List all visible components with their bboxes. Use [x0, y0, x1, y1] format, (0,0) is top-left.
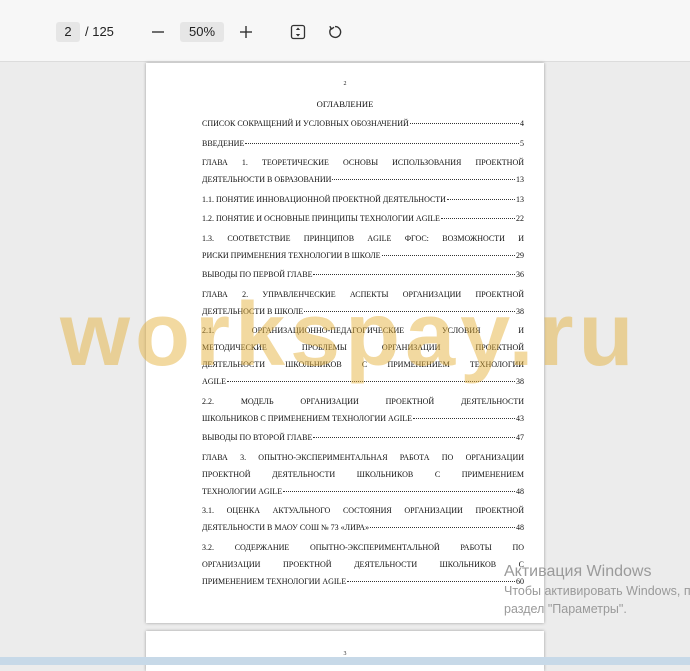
pdf-page: 2 ОГЛАВЛЕНИЕ СПИСОК СОКРАЩЕНИЙ И УСЛОВНЫ… — [146, 63, 544, 623]
toc-entry-text: ШКОЛЬНИКОВ С ПРИМЕНЕНИЕМ ТЕХНОЛОГИИ AGIL… — [202, 413, 413, 423]
toc-leader-dots — [370, 527, 515, 528]
toc-entry-text: ОРГАНИЗАЦИИ ПРОЕКТНОЙ ДЕЯТЕЛЬНОСТИ ШКОЛЬ… — [202, 559, 524, 569]
toc-entry-page: 48 — [516, 486, 524, 496]
toc-entry[interactable]: 3.1. ОЦЕНКА АКТУАЛЬНОГО СОСТОЯНИЯ ОРГАНИ… — [202, 502, 524, 536]
toc-entry-text: ДЕЯТЕЛЬНОСТИ В ОБРАЗОВАНИИ — [202, 175, 332, 184]
toc-entry-text: ГЛАВА 3. ОПЫТНО-ЭКСПЕРИМЕНТАЛЬНАЯ РАБОТА… — [202, 452, 524, 462]
toc-entry-page: 43 — [516, 413, 524, 423]
zoom-in-button[interactable] — [234, 20, 258, 44]
toc-entry-page: 22 — [516, 214, 524, 223]
page-number-input[interactable] — [56, 22, 80, 42]
toc-entry[interactable]: 1.2. ПОНЯТИЕ И ОСНОВНЫЕ ПРИНЦИПЫ ТЕХНОЛО… — [202, 210, 524, 227]
toc-entry-page: 36 — [516, 270, 524, 279]
zoom-level[interactable]: 50% — [180, 22, 224, 42]
toc-entry-text: ДЕЯТЕЛЬНОСТИ В ШКОЛЕ — [202, 306, 304, 316]
toc-entry[interactable]: 2.2. МОДЕЛЬ ОРГАНИЗАЦИИ ПРОЕКТНОЙ ДЕЯТЕЛ… — [202, 393, 524, 427]
toc-entry[interactable]: ВВЕДЕНИЕ 5 — [202, 135, 524, 152]
pdf-toolbar: / 125 50% — [0, 0, 690, 62]
toc-entry-text: ПРИМЕНЕНИЕМ ТЕХНОЛОГИИ AGILE — [202, 576, 347, 586]
toc-entry-text: ДЕЯТЕЛЬНОСТИ В МАОУ СОШ № 73 «ЛИРА» — [202, 523, 370, 532]
toc-entry-text: 3.2. СОДЕРЖАНИЕ ОПЫТНО-ЭКСПЕРИМЕНТАЛЬНОЙ… — [202, 542, 524, 552]
toc-entry[interactable]: ГЛАВА 1. ТЕОРЕТИЧЕСКИЕ ОСНОВЫ ИСПОЛЬЗОВА… — [202, 154, 524, 188]
toc-leader-dots — [413, 417, 515, 419]
toc-entry-text: ПРОЕКТНОЙ ДЕЯТЕЛЬНОСТИ ШКОЛЬНИКОВ С ПРИМ… — [202, 469, 524, 479]
fit-page-icon — [290, 24, 306, 40]
toc-entry-text: ДЕЯТЕЛЬНОСТИ ШКОЛЬНИКОВ С ПРИМЕНЕНИЕМ ТЕ… — [202, 360, 524, 369]
toc-entry[interactable]: СПИСОК СОКРАЩЕНИЙ И УСЛОВНЫХ ОБОЗНАЧЕНИЙ… — [202, 115, 524, 132]
toc-entry-page: 47 — [516, 433, 524, 442]
document-viewer[interactable]: 2 ОГЛАВЛЕНИЕ СПИСОК СОКРАЩЕНИЙ И УСЛОВНЫ… — [0, 63, 690, 671]
toc-leader-dots — [381, 254, 515, 256]
toc-entry-text: МЕТОДИЧЕСКИЕ ПРОБЛЕМЫ ОРГАНИЗАЦИИ ПРОЕКТ… — [202, 343, 524, 352]
toc-leader-dots — [283, 490, 515, 492]
toc-entry-text: AGILE — [202, 377, 226, 386]
toc-entry-text: ВЫВОДЫ ПО ПЕРВОЙ ГЛАВЕ — [202, 270, 313, 279]
toc-leader-dots — [304, 310, 515, 312]
page-number-label: 2 — [343, 81, 347, 87]
zoom-out-button[interactable] — [146, 20, 170, 44]
toc-heading: ОГЛАВЛЕНИЕ — [316, 99, 374, 109]
toc-entry-page: 60 — [516, 576, 524, 586]
toc-entry-text: ВЫВОДЫ ПО ВТОРОЙ ГЛАВЕ — [202, 433, 313, 442]
toc-leader-dots — [227, 381, 515, 382]
toc-entry-page: 48 — [516, 523, 524, 532]
toc-entry-text: 2.1. ОРГАНИЗАЦИОННО-ПЕДАГОГИЧЕСКИЕ УСЛОВ… — [202, 326, 524, 335]
page-total: / 125 — [85, 24, 114, 39]
toc-entry-text: ВВЕДЕНИЕ — [202, 138, 245, 148]
rotate-icon — [329, 25, 342, 39]
next-pdf-page: 3 — [146, 631, 544, 671]
toc-entry-page: 29 — [516, 250, 524, 260]
toc-entry[interactable]: 1.1. ПОНЯТИЕ ИННОВАЦИОННОЙ ПРОЕКТНОЙ ДЕЯ… — [202, 191, 524, 208]
toc-leader-dots — [245, 142, 519, 144]
toc-entry-text: 3.1. ОЦЕНКА АКТУАЛЬНОГО СОСТОЯНИЯ ОРГАНИ… — [202, 506, 524, 515]
toc-entry[interactable]: ВЫВОДЫ ПО ПЕРВОЙ ГЛАВЕ 36 — [202, 266, 524, 283]
toc-leader-dots — [446, 198, 515, 200]
toc-leader-dots — [347, 580, 515, 582]
fit-page-button[interactable] — [286, 20, 310, 44]
toc-entry-page: 13 — [516, 175, 524, 184]
table-of-contents: СПИСОК СОКРАЩЕНИЙ И УСЛОВНЫХ ОБОЗНАЧЕНИЙ… — [202, 115, 524, 592]
rotate-button[interactable] — [323, 20, 347, 44]
toc-entry-text: 1.3. СООТВЕТСТВИЕ ПРИНЦИПОВ AGILE ФГОС: … — [202, 233, 524, 243]
plus-icon — [240, 26, 252, 38]
toc-entry-text: СПИСОК СОКРАЩЕНИЙ И УСЛОВНЫХ ОБОЗНАЧЕНИЙ — [202, 119, 409, 128]
toc-entry-page: 38 — [516, 306, 524, 316]
toc-entry[interactable]: 1.3. СООТВЕТСТВИЕ ПРИНЦИПОВ AGILE ФГОС: … — [202, 230, 524, 264]
toc-entry-text: 1.2. ПОНЯТИЕ И ОСНОВНЫЕ ПРИНЦИПЫ ТЕХНОЛО… — [202, 214, 440, 223]
toc-entry[interactable]: ГЛАВА 2. УПРАВЛЕНЧЕСКИЕ АСПЕКТЫ ОРГАНИЗА… — [202, 286, 524, 320]
toc-entry-text: ГЛАВА 2. УПРАВЛЕНЧЕСКИЕ АСПЕКТЫ ОРГАНИЗА… — [202, 289, 524, 299]
toc-entry-page: 5 — [520, 138, 524, 148]
toc-entry[interactable]: ВЫВОДЫ ПО ВТОРОЙ ГЛАВЕ 47 — [202, 429, 524, 446]
taskbar-edge — [0, 657, 690, 665]
toc-leader-dots — [313, 437, 515, 438]
toc-entry-text: ТЕХНОЛОГИИ AGILE — [202, 486, 283, 496]
toc-leader-dots — [409, 123, 519, 124]
toc-entry-page: 38 — [516, 377, 524, 386]
toc-entry-text: 1.1. ПОНЯТИЕ ИННОВАЦИОННОЙ ПРОЕКТНОЙ ДЕЯ… — [202, 194, 446, 204]
toc-entry[interactable]: 2.1. ОРГАНИЗАЦИОННО-ПЕДАГОГИЧЕСКИЕ УСЛОВ… — [202, 322, 524, 390]
toc-entry-page: 4 — [520, 119, 524, 128]
toc-entry[interactable]: ГЛАВА 3. ОПЫТНО-ЭКСПЕРИМЕНТАЛЬНАЯ РАБОТА… — [202, 449, 524, 500]
toc-entry-text: ГЛАВА 1. ТЕОРЕТИЧЕСКИЕ ОСНОВЫ ИСПОЛЬЗОВА… — [202, 158, 524, 167]
toc-leader-dots — [313, 274, 515, 275]
toc-entry-text: РИСКИ ПРИМЕНЕНИЯ ТЕХНОЛОГИИ В ШКОЛЕ — [202, 250, 381, 260]
toc-entry-page: 13 — [516, 194, 524, 204]
toc-leader-dots — [440, 218, 515, 219]
toc-leader-dots — [332, 179, 515, 180]
toc-entry-text: 2.2. МОДЕЛЬ ОРГАНИЗАЦИИ ПРОЕКТНОЙ ДЕЯТЕЛ… — [202, 396, 524, 406]
toc-entry[interactable]: 3.2. СОДЕРЖАНИЕ ОПЫТНО-ЭКСПЕРИМЕНТАЛЬНОЙ… — [202, 539, 524, 590]
minus-icon — [152, 31, 164, 33]
